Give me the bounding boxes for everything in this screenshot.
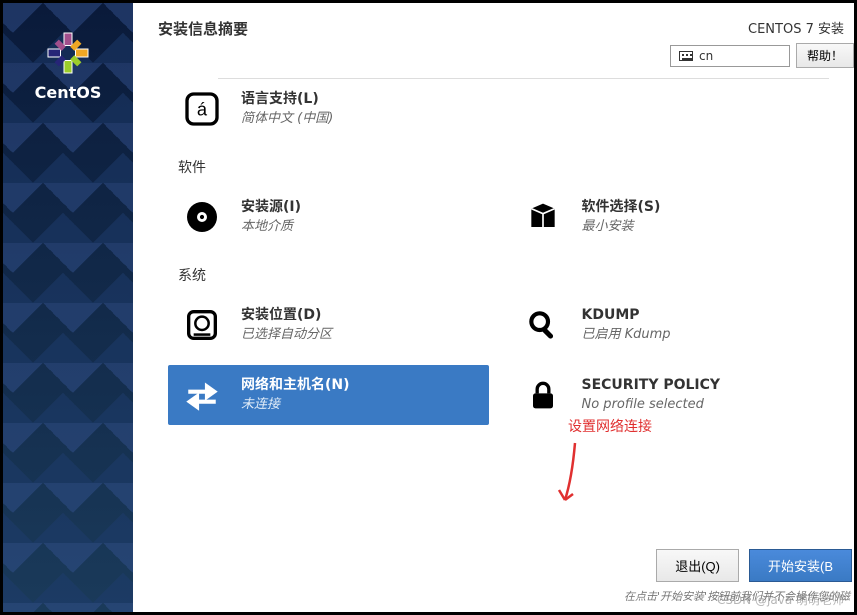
begin-install-button[interactable]: 开始安装(B [749,549,852,582]
spoke-network-hostname[interactable]: 网络和主机名(N) 未连接 [168,365,489,425]
sidebar: CentOS [3,3,133,612]
lock-icon [519,371,567,419]
spoke-sub: 简体中文 (中国) [241,110,333,128]
spoke-title: SECURITY POLICY [582,376,721,396]
spoke-installation-destination[interactable]: 安装位置(D) 已选择自动分区 [168,295,489,355]
spoke-title: 安装位置(D) [241,306,332,326]
annotation-arrow-icon [557,438,587,518]
spoke-sub: 已选择自动分区 [241,326,332,344]
disc-icon [178,193,226,241]
spoke-install-source[interactable]: 安装源(I) 本地介质 [168,187,489,247]
svg-text:á: á [197,99,208,120]
watermark: CSDN @java 萌萌老师 [717,591,844,608]
spoke-sub: 未连接 [241,396,350,414]
harddrive-icon [178,301,226,349]
help-button[interactable]: 帮助！ [796,43,854,68]
page-title: 安装信息摘要 [158,18,248,39]
sidebar-brand: CentOS [35,83,102,102]
spoke-security-policy[interactable]: SECURITY POLICY No profile selected [509,365,830,425]
install-distro-label: CENTOS 7 安装 [748,18,854,37]
centos-logo-icon [43,28,93,78]
header: 安装信息摘要 CENTOS 7 安装 cn 帮助！ [133,3,854,78]
main-area: 安装信息摘要 CENTOS 7 安装 cn 帮助！ á [133,3,854,612]
keyboard-layout-selector[interactable]: cn [670,45,790,67]
keyboard-layout-label: cn [699,49,713,63]
spoke-title: 软件选择(S) [582,198,661,218]
quit-button[interactable]: 退出(Q) [656,549,739,582]
keyboard-icon [679,51,693,61]
spoke-title: 语言支持(L) [241,90,333,110]
spoke-title: 安装源(I) [241,198,301,218]
spoke-software-selection[interactable]: 软件选择(S) 最小安装 [509,187,830,247]
spoke-kdump[interactable]: KDUMP 已启用 Kdump [509,295,830,355]
network-arrows-icon [178,371,226,419]
content: á 语言支持(L) 简体中文 (中国) 软件 安装源(I) [133,78,854,541]
language-icon: á [178,85,226,133]
spoke-title: KDUMP [582,306,671,326]
spoke-title: 网络和主机名(N) [241,376,350,396]
spoke-sub: 已启用 Kdump [582,326,671,344]
package-icon [519,193,567,241]
spoke-language-support[interactable]: á 语言支持(L) 简体中文 (中国) [168,79,489,139]
spoke-sub: No profile selected [582,396,721,414]
wrench-icon [519,301,567,349]
spoke-sub: 本地介质 [241,218,301,236]
spoke-sub: 最小安装 [582,218,661,236]
section-system-title: 系统 [178,265,829,285]
section-software-title: 软件 [178,157,829,177]
